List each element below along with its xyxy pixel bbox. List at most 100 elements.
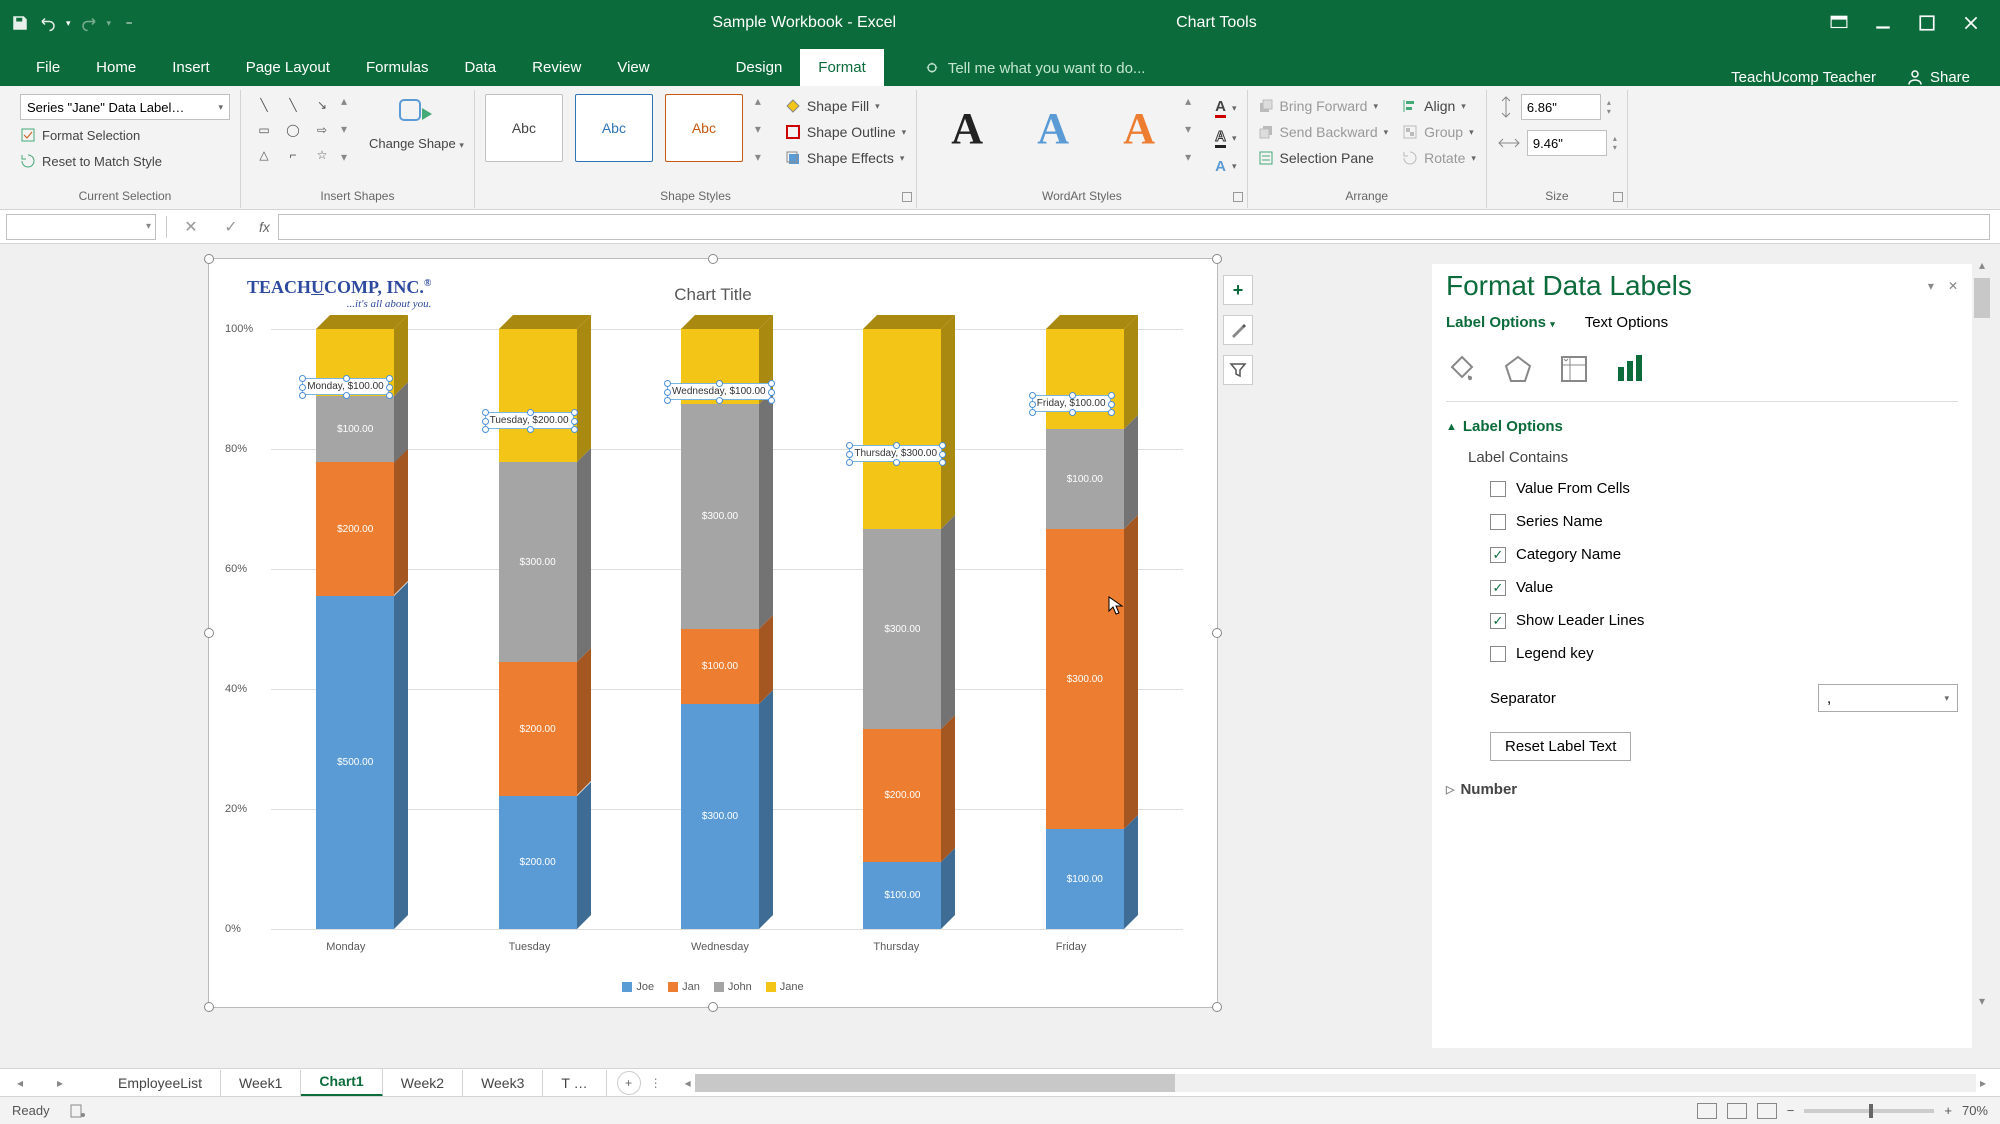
user-name[interactable]: TeachUcomp Teacher: [1731, 69, 1876, 86]
chart-title[interactable]: Chart Title: [209, 285, 1217, 305]
sheet-nav-next[interactable]: ▸: [40, 1076, 80, 1090]
chart-filter-button[interactable]: [1223, 355, 1253, 385]
wordart-style-3[interactable]: A: [1099, 94, 1179, 162]
tab-page-layout[interactable]: Page Layout: [228, 49, 348, 86]
formula-input[interactable]: [278, 214, 1990, 240]
redo-icon[interactable]: [79, 13, 99, 33]
bar-segment[interactable]: $500.00: [316, 596, 394, 929]
add-sheet-button[interactable]: +: [617, 1071, 641, 1095]
tab-formulas[interactable]: Formulas: [348, 49, 447, 86]
sheet-tab-chart1[interactable]: Chart1: [301, 1068, 382, 1097]
wordart-more[interactable]: ▴▾▾: [1185, 94, 1201, 164]
change-shape-button[interactable]: Change Shape ▾: [369, 136, 464, 151]
checkbox-value[interactable]: ✓Value: [1446, 571, 1958, 604]
align-button[interactable]: Align▾: [1402, 94, 1476, 118]
checkbox-category-name[interactable]: ✓Category Name: [1446, 538, 1958, 571]
selection-pane-button[interactable]: Selection Pane: [1258, 146, 1389, 170]
zoom-slider[interactable]: [1804, 1109, 1934, 1113]
macro-record-icon[interactable]: [70, 1104, 86, 1118]
bar-segment[interactable]: $100.00: [863, 862, 941, 929]
pane-options-icon[interactable]: ▾: [1928, 279, 1934, 293]
chart-elements-button[interactable]: +: [1223, 275, 1253, 305]
undo-icon[interactable]: [38, 13, 58, 33]
sheet-nav-prev[interactable]: ◂: [0, 1076, 40, 1090]
name-box[interactable]: [6, 214, 156, 240]
zoom-in-button[interactable]: +: [1944, 1103, 1952, 1118]
view-page-break-icon[interactable]: [1757, 1103, 1777, 1119]
legend-item[interactable]: Jan: [668, 981, 700, 993]
bar-segment[interactable]: $300.00: [681, 404, 759, 629]
text-fill-button[interactable]: A▾: [1215, 94, 1236, 122]
minimize-icon[interactable]: [1874, 14, 1892, 32]
bar-segment[interactable]: $100.00: [316, 396, 394, 463]
height-spin[interactable]: ▴▾: [1607, 98, 1611, 116]
width-spin[interactable]: ▴▾: [1613, 134, 1617, 152]
shape-styles-dialog-icon[interactable]: [902, 192, 912, 202]
legend-item[interactable]: Jane: [766, 981, 804, 993]
label-options-icon[interactable]: [1614, 353, 1646, 385]
tab-chart-design[interactable]: Design: [718, 49, 801, 86]
view-page-layout-icon[interactable]: [1727, 1103, 1747, 1119]
bar-segment[interactable]: $200.00: [499, 662, 577, 795]
size-properties-icon[interactable]: [1558, 353, 1590, 385]
chart-legend[interactable]: JoeJanJohnJane: [209, 981, 1217, 993]
close-icon[interactable]: [1962, 14, 1980, 32]
shape-style-3[interactable]: Abc: [665, 94, 743, 162]
width-input[interactable]: 9.46": [1527, 130, 1607, 156]
bar-segment[interactable]: [499, 329, 577, 462]
plot-area[interactable]: 0%20%40%60%80%100%$500.00$200.00$100.00M…: [271, 329, 1183, 929]
chart-element-dropdown[interactable]: Series "Jane" Data Label…▾: [20, 94, 230, 120]
text-outline-button[interactable]: A▾: [1215, 124, 1236, 152]
bar-segment[interactable]: $300.00: [1046, 529, 1124, 829]
sheet-tab-week2[interactable]: Week2: [383, 1070, 463, 1096]
qat-customize-icon[interactable]: ⎯: [119, 13, 139, 33]
chart-object[interactable]: TEACHUCOMP, INC.® ...it's all about you.…: [208, 258, 1218, 1008]
maximize-icon[interactable]: [1918, 14, 1936, 32]
zoom-level[interactable]: 70%: [1962, 1103, 1988, 1118]
checkbox-value-from-cells[interactable]: Value From Cells: [1446, 472, 1958, 505]
reset-label-text-button[interactable]: Reset Label Text: [1490, 732, 1631, 761]
checkbox-series-name[interactable]: Series Name: [1446, 505, 1958, 538]
bar-segment[interactable]: $200.00: [863, 729, 941, 862]
bar-segment[interactable]: $300.00: [681, 704, 759, 929]
view-normal-icon[interactable]: [1697, 1103, 1717, 1119]
separator-dropdown[interactable]: ,▾: [1818, 684, 1958, 712]
reset-match-style-button[interactable]: Reset to Match Style: [20, 150, 162, 172]
sheet-tab-week3[interactable]: Week3: [463, 1070, 543, 1096]
tab-review[interactable]: Review: [514, 49, 599, 86]
scroll-thumb[interactable]: [1974, 278, 1990, 318]
cancel-formula-icon[interactable]: ✕: [171, 217, 211, 237]
section-number[interactable]: ▷Number: [1446, 761, 1958, 806]
save-icon[interactable]: [10, 13, 30, 33]
effects-icon[interactable]: [1502, 353, 1534, 385]
fill-line-icon[interactable]: [1446, 353, 1478, 385]
format-selection-button[interactable]: Format Selection: [20, 124, 140, 146]
wordart-style-2[interactable]: A: [1013, 94, 1093, 162]
bar-segment[interactable]: $300.00: [499, 462, 577, 662]
chart-styles-button[interactable]: [1223, 315, 1253, 345]
undo-more-icon[interactable]: ▾: [66, 18, 71, 29]
legend-item[interactable]: Joe: [622, 981, 654, 993]
subtab-text-options[interactable]: Text Options: [1585, 314, 1668, 331]
subtab-label-options[interactable]: Label Options ▾: [1446, 314, 1555, 331]
horizontal-scroll[interactable]: ◂ ▸: [681, 1074, 1990, 1092]
wordart-style-1[interactable]: A: [927, 94, 1007, 162]
tab-insert[interactable]: Insert: [154, 49, 228, 86]
zoom-out-button[interactable]: −: [1787, 1103, 1795, 1118]
fx-icon[interactable]: fx: [251, 219, 278, 235]
checkbox-show-leader-lines[interactable]: ✓Show Leader Lines: [1446, 604, 1958, 637]
shape-fill-button[interactable]: Shape Fill▾: [785, 94, 906, 118]
tab-data[interactable]: Data: [446, 49, 514, 86]
pane-close-icon[interactable]: ✕: [1948, 279, 1958, 293]
tab-file[interactable]: File: [18, 49, 78, 86]
tab-home[interactable]: Home: [78, 49, 154, 86]
shape-style-more[interactable]: ▴▾▾: [755, 94, 771, 164]
shape-style-1[interactable]: Abc: [485, 94, 563, 162]
vertical-scrollbar[interactable]: ▴ ▾: [1972, 258, 1992, 1008]
section-label-options[interactable]: ▲Label Options: [1446, 402, 1958, 443]
share-button[interactable]: Share: [1906, 68, 1970, 86]
sheet-tab-employeelist[interactable]: EmployeeList: [100, 1070, 221, 1096]
text-effects-button[interactable]: A▾: [1215, 154, 1236, 179]
bar-segment[interactable]: $100.00: [681, 629, 759, 704]
size-dialog-icon[interactable]: [1613, 192, 1623, 202]
